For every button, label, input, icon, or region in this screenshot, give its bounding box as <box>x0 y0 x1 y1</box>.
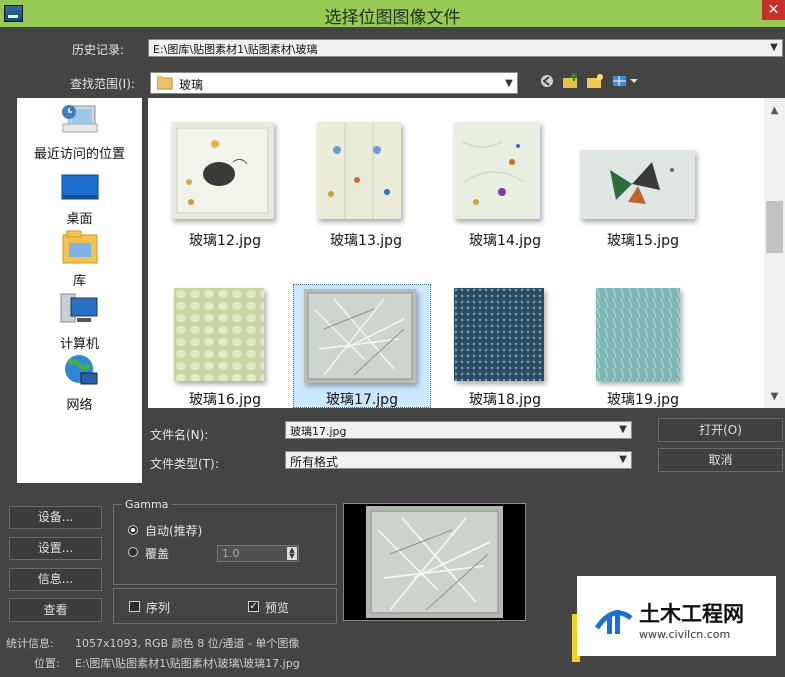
file-name: 玻璃17.jpg <box>326 392 398 408</box>
file-thumbnail <box>580 150 695 219</box>
new-folder-icon[interactable] <box>586 73 604 89</box>
file-item[interactable]: 玻璃15.jpg <box>573 122 713 272</box>
history-combo[interactable]: E:\图库\贴图素材1\贴图素材\玻璃 ▼ <box>148 39 783 57</box>
scroll-down-icon[interactable]: ▼ <box>764 388 785 406</box>
preview-label: 预览 <box>265 601 290 615</box>
history-label: 历史记录: <box>72 43 125 57</box>
place-label: 网络 <box>66 398 93 413</box>
filename-label: 文件名(N): <box>150 428 209 442</box>
file-name: 玻璃19.jpg <box>607 392 679 408</box>
place-recent[interactable]: 最近访问的位置 <box>17 102 142 162</box>
file-item[interactable]: 玻璃14.jpg <box>435 122 575 272</box>
close-button[interactable]: ✕ <box>762 0 785 20</box>
gamma-override-radio[interactable] <box>128 547 138 557</box>
filetype-value: 所有格式 <box>290 455 339 469</box>
file-item[interactable]: 玻璃12.jpg <box>155 122 295 272</box>
place-label: 计算机 <box>59 337 99 352</box>
sequence-label: 序列 <box>146 601 171 615</box>
file-item[interactable]: 玻璃16.jpg <box>155 286 295 408</box>
gamma-value: 1.0 <box>222 547 240 560</box>
settings-button[interactable]: 设置... <box>9 537 102 560</box>
scrollbar-thumb[interactable] <box>766 201 783 253</box>
back-icon[interactable] <box>539 73 557 89</box>
stats-value: 1057x1093, RGB 颜色 8 位/通道 - 单个图像 <box>75 637 300 650</box>
cancel-button[interactable]: 取消 <box>658 448 783 472</box>
file-name: 玻璃16.jpg <box>189 392 261 408</box>
grid-scrollbar[interactable]: ▲ ▼ <box>764 98 785 408</box>
folder-icon <box>157 76 173 90</box>
network-icon <box>64 355 97 385</box>
up-folder-icon[interactable] <box>562 73 580 89</box>
place-label: 最近访问的位置 <box>33 147 125 162</box>
setup-button[interactable]: 设备... <box>9 506 102 529</box>
civilcn-logo-icon <box>594 610 633 634</box>
file-name: 玻璃14.jpg <box>469 233 541 249</box>
place-network[interactable]: 网络 <box>17 353 142 413</box>
file-thumbnail <box>304 289 416 383</box>
history-value: E:\图库\贴图素材1\贴图素材\玻璃 <box>153 43 318 56</box>
chevron-down-icon[interactable]: ▼ <box>501 76 517 92</box>
filetype-combo[interactable]: 所有格式 ▼ <box>285 451 632 469</box>
gamma-value-spinner[interactable]: 1.0 ▲ ▼ <box>217 545 299 562</box>
place-computer[interactable]: 计算机 <box>17 292 142 352</box>
spinner-arrows-icon[interactable]: ▲ ▼ <box>287 547 297 560</box>
file-item[interactable]: 玻璃18.jpg <box>435 286 575 408</box>
preview-checkbox[interactable]: ✓ <box>248 601 259 612</box>
file-item[interactable]: 玻璃19.jpg <box>573 286 713 408</box>
file-thumbnail <box>454 288 544 381</box>
chevron-down-icon[interactable]: ▼ <box>615 452 631 468</box>
place-desktop[interactable]: 桌面 <box>17 173 142 227</box>
filetype-label: 文件类型(T): <box>150 457 219 471</box>
preview-image <box>366 506 503 618</box>
recent-places-icon <box>61 105 97 133</box>
gamma-title: Gamma <box>122 498 172 511</box>
lookin-label: 查找范围(I): <box>70 77 135 91</box>
place-label: 库 <box>72 274 86 289</box>
file-thumbnail <box>317 122 401 219</box>
file-thumbnail <box>171 122 274 219</box>
filename-value: 玻璃17.jpg <box>290 425 347 438</box>
computer-icon <box>60 293 97 323</box>
place-libraries[interactable]: 库 <box>17 229 142 289</box>
watermark-brand: 土木工程网 <box>639 602 744 626</box>
gamma-auto-label: 自动(推荐) <box>145 524 203 538</box>
lookin-combo[interactable]: 玻璃 ▼ <box>150 72 518 94</box>
file-thumbnail <box>174 288 264 381</box>
file-thumbnail <box>596 288 680 381</box>
chevron-down-icon[interactable]: ▼ <box>766 40 782 56</box>
view-menu-icon[interactable] <box>612 73 640 89</box>
file-name: 玻璃15.jpg <box>607 233 679 249</box>
file-name: 玻璃18.jpg <box>469 392 541 408</box>
lookin-value: 玻璃 <box>179 78 204 92</box>
open-button[interactable]: 打开(O) <box>658 418 783 442</box>
watermark-logo: 土木工程网 www.civilcn.com <box>577 576 776 656</box>
file-grid[interactable]: 玻璃12.jpg 玻璃13.jpg 玻璃14.jpg 玻璃15.jpg 玻璃16… <box>148 98 764 408</box>
dialog-title: 选择位图图像文件 <box>324 8 461 28</box>
location-value: E:\图库\贴图素材1\贴图素材\玻璃\玻璃17.jpg <box>75 657 300 670</box>
view-button[interactable]: 查看 <box>9 598 102 622</box>
libraries-icon <box>62 230 97 264</box>
places-bar: 最近访问的位置 桌面 库 计算机 网络 <box>17 98 142 483</box>
filename-combo[interactable]: 玻璃17.jpg ▼ <box>285 421 632 439</box>
gamma-auto-radio[interactable] <box>128 525 138 535</box>
title-bar[interactable]: 选择位图图像文件 ✕ <box>0 0 785 28</box>
file-name: 玻璃13.jpg <box>330 233 402 249</box>
file-thumbnail <box>454 122 540 219</box>
watermark-url: www.civilcn.com <box>639 628 731 641</box>
file-name: 玻璃12.jpg <box>189 233 261 249</box>
location-label: 位置: <box>34 657 60 670</box>
info-button[interactable]: 信息... <box>9 568 102 591</box>
gamma-override-label: 覆盖 <box>145 547 170 561</box>
image-preview <box>343 503 526 621</box>
file-item[interactable]: 玻璃13.jpg <box>296 122 436 272</box>
file-item-selected[interactable]: 玻璃17.jpg <box>293 284 431 408</box>
sequence-checkbox[interactable] <box>129 601 140 612</box>
stats-label: 统计信息: <box>6 637 54 650</box>
place-label: 桌面 <box>66 212 93 227</box>
desktop-icon <box>61 174 98 200</box>
chevron-down-icon[interactable]: ▼ <box>615 422 631 438</box>
scroll-up-icon[interactable]: ▲ <box>764 102 785 120</box>
